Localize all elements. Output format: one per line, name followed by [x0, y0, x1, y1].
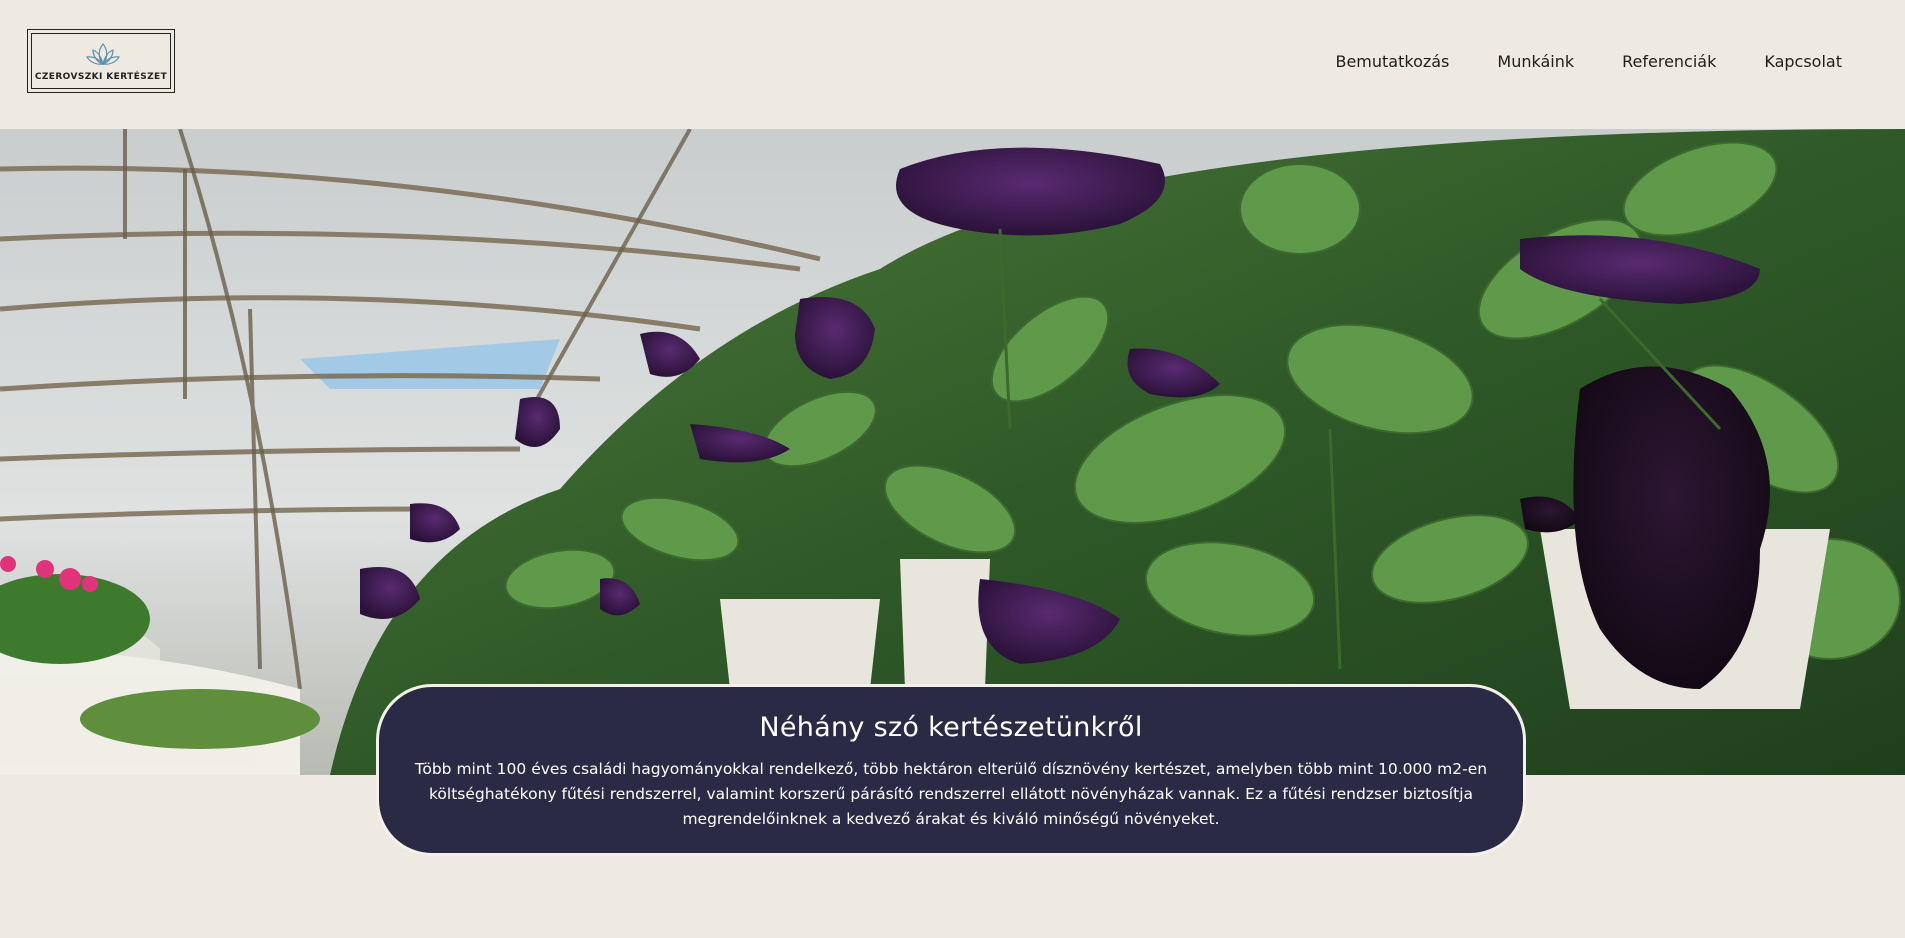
about-card: Néhány szó kertészetünkről Több mint 100… [376, 684, 1526, 856]
logo[interactable]: CZEROVSZKI KERTÉSZET [27, 29, 175, 93]
lotus-icon [86, 43, 120, 65]
site-header: CZEROVSZKI KERTÉSZET Bemutatkozás Munkái… [0, 0, 1905, 129]
nav-item-bemutatkozas[interactable]: Bemutatkozás [1335, 52, 1449, 71]
hero-image [0, 129, 1905, 775]
logo-text: CZEROVSZKI KERTÉSZET [34, 72, 168, 82]
nav-item-referenciak[interactable]: Referenciák [1622, 52, 1716, 71]
main-nav: Bemutatkozás Munkáink Referenciák Kapcso… [1335, 52, 1842, 71]
about-text: Több mint 100 éves családi hagyományokka… [414, 760, 1488, 828]
nav-item-munkaink[interactable]: Munkáink [1497, 52, 1574, 71]
about-title: Néhány szó kertészetünkről [759, 712, 1143, 743]
greenhouse-petunias-photo [0, 129, 1905, 775]
nav-item-kapcsolat[interactable]: Kapcsolat [1764, 52, 1842, 71]
